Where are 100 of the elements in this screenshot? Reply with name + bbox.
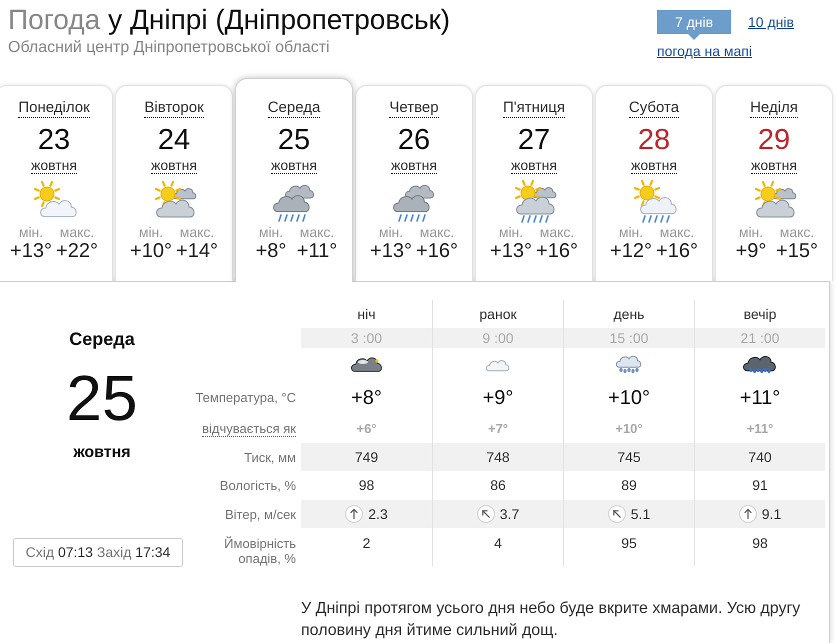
city-title: у Дніпрі (Дніпропетровськ)	[108, 4, 450, 36]
pressure-cell: 749	[301, 443, 432, 471]
time-cell: 15 :00	[563, 328, 694, 348]
min-temperature: +10°	[130, 240, 172, 262]
day-number: 29	[758, 124, 790, 156]
weekday-title: Середа	[69, 328, 135, 350]
wind-speed: 2.3	[368, 504, 388, 524]
time-cell: 21 :00	[694, 328, 825, 348]
max-temperature: +16°	[656, 240, 698, 262]
month-name: жовтня	[150, 157, 197, 174]
precipitation-value: 2	[362, 535, 370, 551]
feels-like-value: +7°	[488, 420, 508, 438]
pressure-cell: 745	[563, 443, 694, 471]
humidity-value: 98	[358, 476, 374, 495]
pressure-cell: 740	[694, 443, 825, 471]
month-name: жовтня	[750, 157, 797, 174]
period-name: ранок	[479, 304, 517, 324]
temperature-value: +8°	[351, 386, 382, 410]
precipitation-value: 98	[752, 535, 768, 551]
temperature-value: +11°	[740, 386, 780, 410]
min-temperature: +13°	[10, 240, 52, 262]
min-label: мін.	[258, 225, 284, 240]
min-label: мін.	[738, 225, 764, 240]
day-number: 24	[158, 124, 190, 156]
humidity-value: 86	[490, 476, 506, 495]
max-label: макс.	[300, 225, 334, 240]
day-tab[interactable]: Неділя 29 жовтня мін. +9° макс. +15°	[715, 85, 833, 281]
tab-pointer-icon	[688, 34, 700, 40]
feels-like-value: +11°	[746, 420, 774, 438]
min-temperature: +8°	[256, 240, 286, 262]
title-label: Погода	[8, 4, 100, 36]
max-temperature: +11°	[296, 240, 338, 262]
temperature-value: +10°	[608, 386, 650, 410]
humidity-value: 89	[621, 476, 637, 495]
max-label: макс.	[60, 225, 94, 240]
min-temperature: +12°	[610, 240, 652, 262]
day-tab[interactable]: Понеділок 23 жовтня мін. +13° макс. +22°	[0, 85, 113, 281]
min-temperature: +9°	[736, 240, 766, 262]
max-temperature: +22°	[56, 240, 98, 262]
pressure-cell: 748	[432, 443, 563, 471]
max-temperature: +16°	[416, 240, 458, 262]
month-name: жовтня	[630, 157, 677, 174]
min-label: мін.	[618, 225, 644, 240]
range-tab[interactable]: 10 днів	[748, 10, 794, 34]
precipitation-value: 4	[494, 535, 502, 551]
day-name: Субота	[628, 99, 680, 118]
month-name: жовтня	[30, 157, 77, 174]
day-tab[interactable]: Субота 28 жовтня мін. +12° макс. +16°	[595, 85, 713, 281]
feels-like-value: +10°	[615, 420, 643, 438]
day-name: Понеділок	[18, 99, 90, 118]
row-label: Тиск, мм	[244, 450, 296, 464]
day-name: Вівторок	[144, 99, 204, 118]
min-temperature: +13°	[370, 240, 412, 262]
month-name: жовтня	[270, 157, 317, 174]
feels-like-value: +6°	[356, 420, 377, 438]
day-tab[interactable]: Четвер 26 жовтня мін. +13° макс. +16°	[355, 85, 473, 281]
period-name: вечір	[744, 304, 776, 324]
period-name: день	[614, 304, 644, 324]
forecast-description: У Дніпрі протягом усього дня небо буде вкрите хмарами. Усю другу половину дня йтиме сильний дощ.	[301, 599, 802, 641]
day-number: 25	[278, 124, 310, 156]
time-cell: 3 :00	[301, 328, 432, 348]
min-temperature: +13°	[490, 240, 532, 262]
month-title: жовтня	[73, 444, 131, 462]
sunrise-sunset: Схід 07:13 Захід 17:34	[13, 538, 183, 567]
map-link[interactable]: погода на мапі	[657, 43, 752, 60]
day-tab[interactable]: Середа 25 жовтня мін. +8° макс. +11°	[235, 78, 353, 282]
date-number: 25	[66, 366, 138, 430]
max-temperature: +16°	[536, 240, 578, 262]
max-label: макс.	[540, 225, 574, 240]
wind-speed: 5.1	[630, 504, 650, 524]
page-subtitle: Обласний центр Дніпропетровської області	[8, 39, 331, 57]
day-name: П'ятниця	[502, 99, 565, 118]
row-label: Вітер, м/сек	[224, 506, 296, 522]
day-number: 27	[518, 124, 550, 156]
day-number: 23	[38, 124, 70, 156]
day-number: 28	[638, 124, 670, 156]
row-label: Ймовірність опадів, %	[223, 536, 296, 566]
day-number: 26	[398, 124, 430, 156]
day-name: Середа	[268, 99, 320, 118]
day-name: Неділя	[750, 99, 798, 118]
day-tab[interactable]: Вівторок 24 жовтня мін. +10° макс. +14°	[115, 85, 233, 281]
day-tab[interactable]: П'ятниця 27 жовтня мін. +13° макс. +16°	[475, 85, 593, 281]
min-label: мін.	[498, 225, 524, 240]
max-temperature: +15°	[776, 240, 818, 262]
wind-speed: 9.1	[762, 504, 782, 524]
min-label: мін.	[378, 225, 404, 240]
row-label: Температура, °C	[195, 390, 296, 405]
humidity-value: 91	[752, 476, 768, 495]
month-name: жовтня	[510, 157, 557, 174]
wind-speed: 3.7	[500, 504, 520, 524]
min-label: мін.	[18, 225, 44, 240]
row-label: відчувається як	[202, 421, 296, 437]
max-label: макс.	[420, 225, 454, 240]
max-label: макс.	[180, 225, 214, 240]
max-label: макс.	[660, 225, 694, 240]
period-name: ніч	[357, 304, 376, 324]
precipitation-value: 95	[621, 535, 637, 551]
max-label: макс.	[780, 225, 814, 240]
time-cell: 9 :00	[432, 328, 563, 348]
month-name: жовтня	[390, 157, 437, 174]
